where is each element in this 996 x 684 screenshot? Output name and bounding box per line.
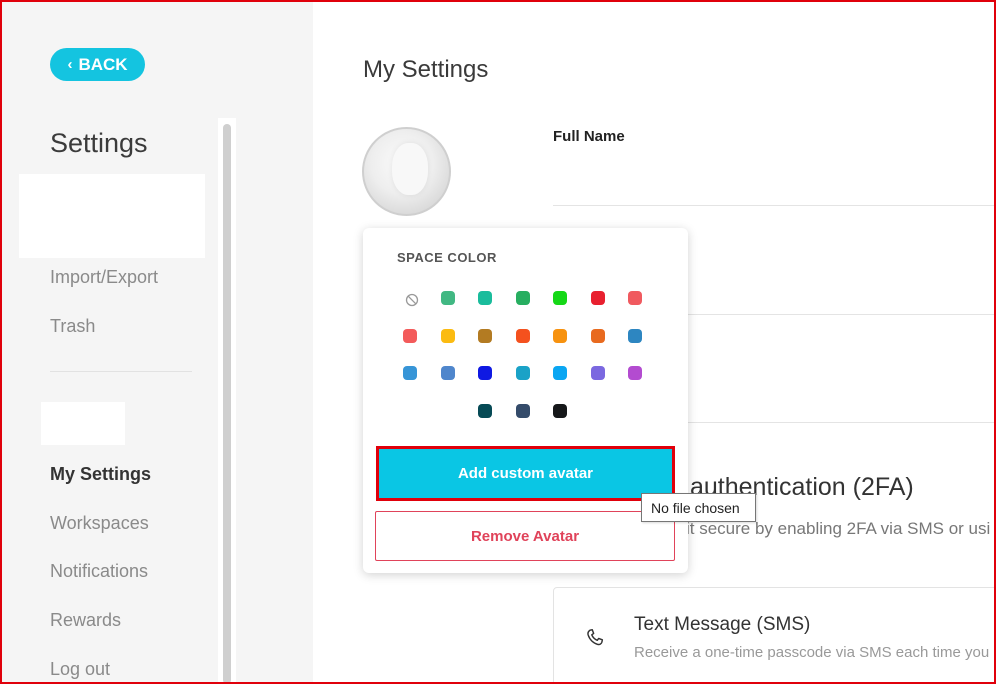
color-swatch[interactable]	[441, 329, 455, 343]
avatar[interactable]	[362, 127, 451, 216]
chevron-left-icon: ‹	[67, 56, 73, 73]
file-tooltip: No file chosen	[641, 493, 756, 522]
sidebar-item-notifications[interactable]: Notifications	[50, 561, 148, 582]
color-swatch[interactable]	[553, 291, 567, 305]
color-swatch[interactable]	[628, 329, 642, 343]
full-name-label: Full Name	[553, 128, 625, 145]
color-swatch[interactable]	[591, 366, 605, 380]
sidebar-title: Settings	[50, 128, 148, 158]
space-color-heading: SPACE COLOR	[397, 250, 497, 265]
page-title: My Settings	[363, 56, 489, 83]
color-swatch[interactable]	[478, 291, 492, 305]
add-custom-avatar-button[interactable]: Add custom avatar	[376, 446, 675, 501]
color-swatch[interactable]	[478, 366, 492, 380]
avatar-image	[392, 143, 428, 195]
back-button-label: BACK	[78, 54, 128, 74]
back-button[interactable]: ‹ BACK	[50, 48, 145, 81]
sidebar-item-trash[interactable]: Trash	[50, 316, 95, 337]
full-name-field[interactable]	[553, 205, 996, 206]
sidebar-scrollbar[interactable]	[223, 124, 231, 684]
color-swatch[interactable]	[591, 329, 605, 343]
sidebar-divider	[50, 371, 192, 372]
sidebar-blank-label	[41, 402, 125, 445]
color-swatch[interactable]	[403, 329, 417, 343]
sms-title: Text Message (SMS)	[634, 614, 811, 635]
color-swatch[interactable]	[591, 291, 605, 305]
sidebar-item-my-settings[interactable]: My Settings	[50, 464, 151, 485]
no-color-icon[interactable]	[405, 293, 419, 307]
phone-icon	[587, 629, 604, 646]
color-swatch[interactable]	[628, 366, 642, 380]
color-swatch[interactable]	[553, 404, 567, 418]
space-color-popover: SPACE COLOR Add custom avatar Remove Ava…	[363, 228, 688, 573]
sidebar-item-log-out[interactable]: Log out	[50, 659, 110, 680]
color-swatch[interactable]	[478, 404, 492, 418]
color-swatch[interactable]	[516, 404, 530, 418]
color-swatch[interactable]	[516, 291, 530, 305]
color-swatch[interactable]	[516, 366, 530, 380]
color-swatch[interactable]	[628, 291, 642, 305]
remove-avatar-button[interactable]: Remove Avatar	[375, 511, 675, 561]
color-swatch[interactable]	[516, 329, 530, 343]
sidebar-item-workspaces[interactable]: Workspaces	[50, 513, 149, 534]
color-swatch[interactable]	[478, 329, 492, 343]
sidebar: ‹ BACK Settings Import/Export Trash My S…	[0, 0, 313, 684]
color-swatch[interactable]	[553, 329, 567, 343]
sidebar-item-import-export[interactable]: Import/Export	[50, 267, 158, 288]
color-swatch[interactable]	[441, 291, 455, 305]
sidebar-blank-panel	[19, 174, 205, 258]
twofa-description: it secure by enabling 2FA via SMS or usi	[686, 519, 991, 538]
color-swatch[interactable]	[553, 366, 567, 380]
sms-description: Receive a one-time passcode via SMS each…	[634, 644, 996, 661]
color-swatch[interactable]	[441, 366, 455, 380]
color-swatch[interactable]	[403, 366, 417, 380]
sidebar-item-rewards[interactable]: Rewards	[50, 610, 121, 631]
